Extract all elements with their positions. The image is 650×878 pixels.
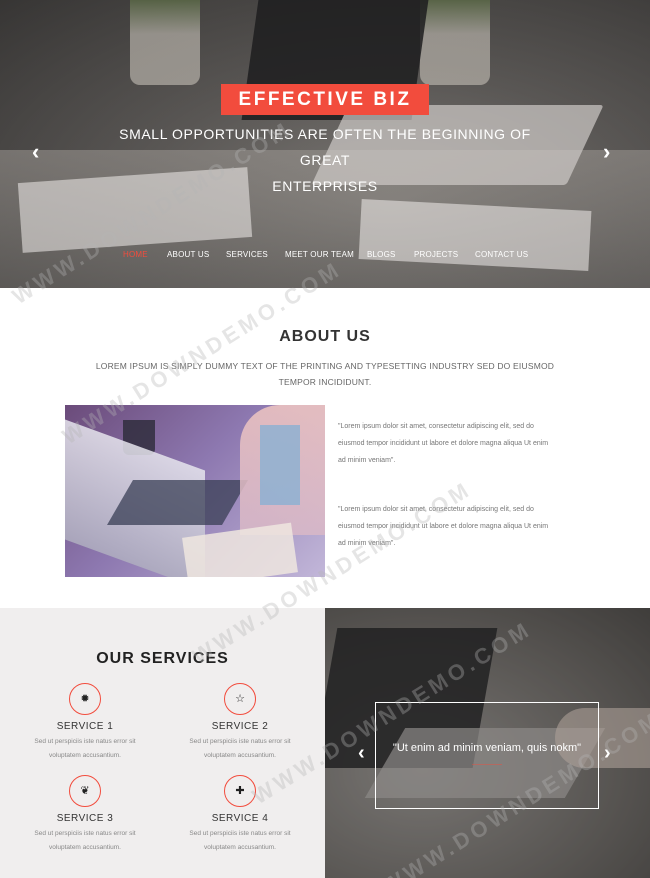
- nav-item-about-us[interactable]: ABOUT US: [167, 250, 209, 259]
- nav-item-services[interactable]: SERVICES: [226, 250, 268, 259]
- hero-next-arrow-icon[interactable]: ›: [603, 139, 610, 165]
- testimonial-author: —————: [472, 762, 502, 768]
- about-quote-2-line-1: "Lorem ipsum dolor sit amet, consectetur…: [338, 506, 534, 513]
- hero-subtitle-line-1: SMALL OPPORTUNITIES ARE OFTEN THE BEGINN…: [119, 126, 531, 168]
- nav-item-blogs[interactable]: BLOGS: [367, 250, 396, 259]
- service-desc-line-2: voluptatem accusantium.: [49, 844, 121, 851]
- about-quote-2-line-3: ad minim veniam".: [338, 540, 396, 547]
- hero-plant-right: [420, 0, 490, 85]
- testimonial-quote: "Ut enim ad minim veniam, quis nokm": [392, 742, 582, 754]
- service-desc: Sed ut perspiciis iste natus error sit v…: [165, 827, 315, 855]
- service-name: SERVICE 3: [56, 813, 114, 824]
- service-desc-line-2: voluptatem accusantium.: [204, 844, 276, 851]
- service-card-1[interactable]: ✹ SERVICE 1 Sed ut perspiciis iste natus…: [10, 683, 160, 763]
- service-name: SERVICE 4: [211, 813, 269, 824]
- about-lead-text: LOREM IPSUM IS SIMPLY DUMMY TEXT OF THE …: [95, 361, 555, 387]
- service-desc: Sed ut perspiciis iste natus error sit v…: [165, 735, 315, 763]
- about-quote-2: "Lorem ipsum dolor sit amet, consectetur…: [338, 501, 578, 552]
- hero-title: EFFECTIVE BIZ: [221, 84, 429, 115]
- gift-icon: ✚: [224, 775, 256, 807]
- nav-item-meet-our-team[interactable]: MEET OUR TEAM: [285, 250, 354, 259]
- gear-icon: ✹: [69, 683, 101, 715]
- nav-item-projects[interactable]: PROJECTS: [414, 250, 458, 259]
- service-name: SERVICE 1: [56, 721, 114, 732]
- about-quote-1-line-2: eiusmod tempor incididunt ut labore et d…: [338, 440, 549, 447]
- hero-prev-arrow-icon[interactable]: ‹: [32, 139, 39, 165]
- testimonial-next-arrow-icon[interactable]: ›: [604, 742, 611, 765]
- about-quote-1-line-3: ad minim veniam".: [338, 457, 396, 464]
- service-desc-line-1: Sed ut perspiciis iste natus error sit: [34, 738, 136, 745]
- service-desc-line-1: Sed ut perspiciis iste natus error sit: [189, 738, 291, 745]
- nav-item-home[interactable]: HOME: [123, 250, 148, 259]
- star-icon: ☆: [224, 683, 256, 715]
- service-card-3[interactable]: ❦ SERVICE 3 Sed ut perspiciis iste natus…: [10, 775, 160, 855]
- service-card-4[interactable]: ✚ SERVICE 4 Sed ut perspiciis iste natus…: [165, 775, 315, 855]
- service-name: SERVICE 2: [211, 721, 269, 732]
- main-nav: HOME ABOUT US SERVICES MEET OUR TEAM BLO…: [0, 250, 650, 264]
- service-desc-line-2: voluptatem accusantium.: [49, 752, 121, 759]
- service-card-2[interactable]: ☆ SERVICE 2 Sed ut perspiciis iste natus…: [165, 683, 315, 763]
- services-title: OUR SERVICES: [96, 650, 229, 667]
- about-title: ABOUT US: [279, 328, 371, 345]
- service-desc-line-2: voluptatem accusantium.: [204, 752, 276, 759]
- about-quote-1: "Lorem ipsum dolor sit amet, consectetur…: [338, 418, 578, 469]
- testimonial-prev-arrow-icon[interactable]: ‹: [358, 742, 365, 765]
- service-desc: Sed ut perspiciis iste natus error sit v…: [10, 827, 160, 855]
- service-desc: Sed ut perspiciis iste natus error sit v…: [10, 735, 160, 763]
- leaf-icon: ❦: [69, 775, 101, 807]
- about-photo: [65, 405, 325, 577]
- service-desc-line-1: Sed ut perspiciis iste natus error sit: [34, 830, 136, 837]
- about-photo-keyboard: [107, 480, 248, 525]
- about-quote-2-line-2: eiusmod tempor incididunt ut labore et d…: [338, 523, 549, 530]
- testimonial-box: [375, 702, 599, 809]
- about-photo-shirt: [260, 425, 300, 505]
- hero-plant-left: [130, 0, 200, 85]
- about-quote-1-line-1: "Lorem ipsum dolor sit amet, consectetur…: [338, 423, 534, 430]
- hero-subtitle: SMALL OPPORTUNITIES ARE OFTEN THE BEGINN…: [100, 121, 550, 199]
- nav-item-contact-us[interactable]: CONTACT US: [475, 250, 528, 259]
- hero-subtitle-line-2: ENTERPRISES: [272, 178, 378, 194]
- service-desc-line-1: Sed ut perspiciis iste natus error sit: [189, 830, 291, 837]
